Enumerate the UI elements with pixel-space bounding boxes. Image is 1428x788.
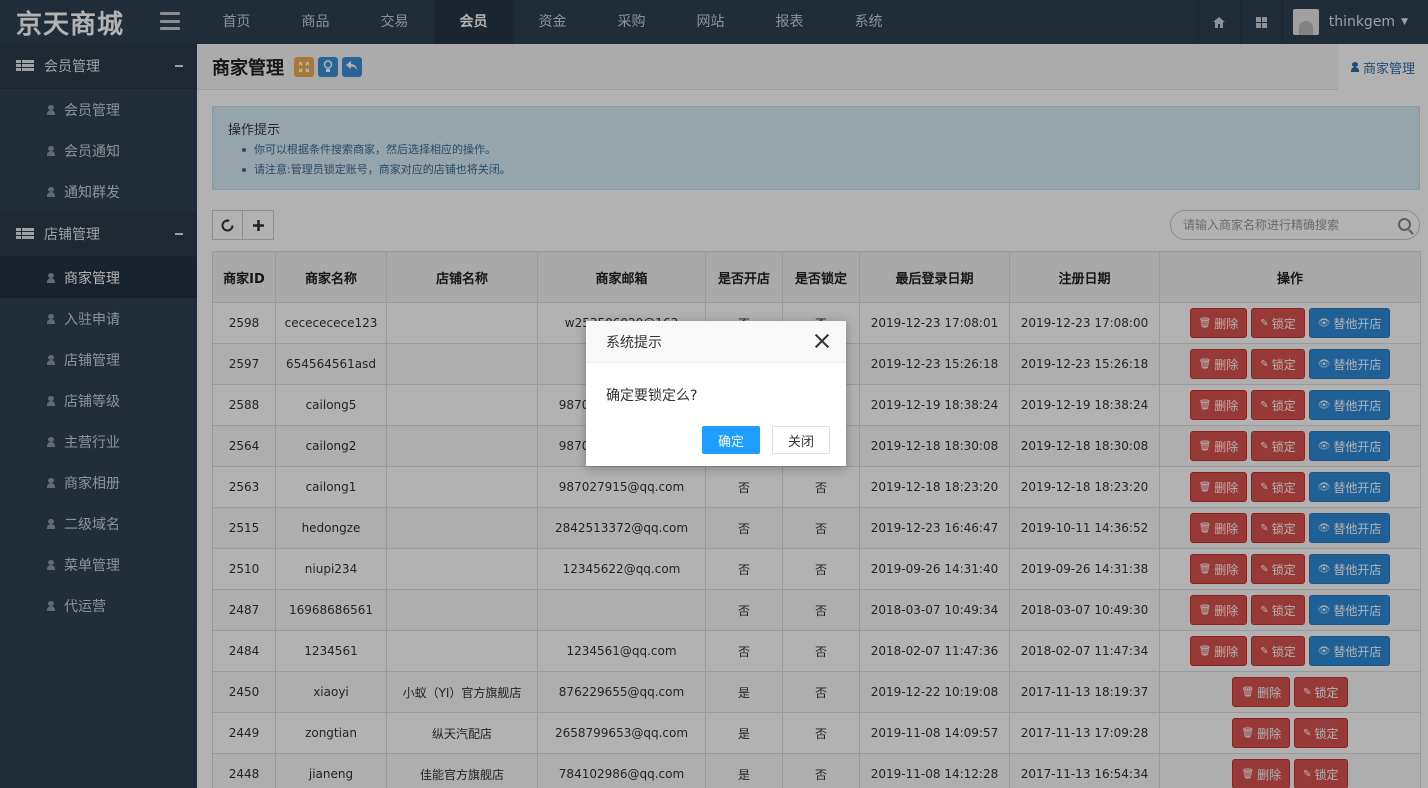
dialog-footer: 确定 关闭 xyxy=(701,426,830,454)
close-button[interactable]: 关闭 xyxy=(771,426,830,454)
confirm-button[interactable]: 确定 xyxy=(701,426,760,454)
confirm-dialog: 系统提示 确定要锁定么? 确定 关闭 xyxy=(586,321,846,466)
dialog-message: 确定要锁定么? xyxy=(606,388,698,404)
dialog-header: 系统提示 xyxy=(586,321,846,363)
close-icon[interactable] xyxy=(814,333,830,349)
dialog-title: 系统提示 xyxy=(606,334,662,351)
